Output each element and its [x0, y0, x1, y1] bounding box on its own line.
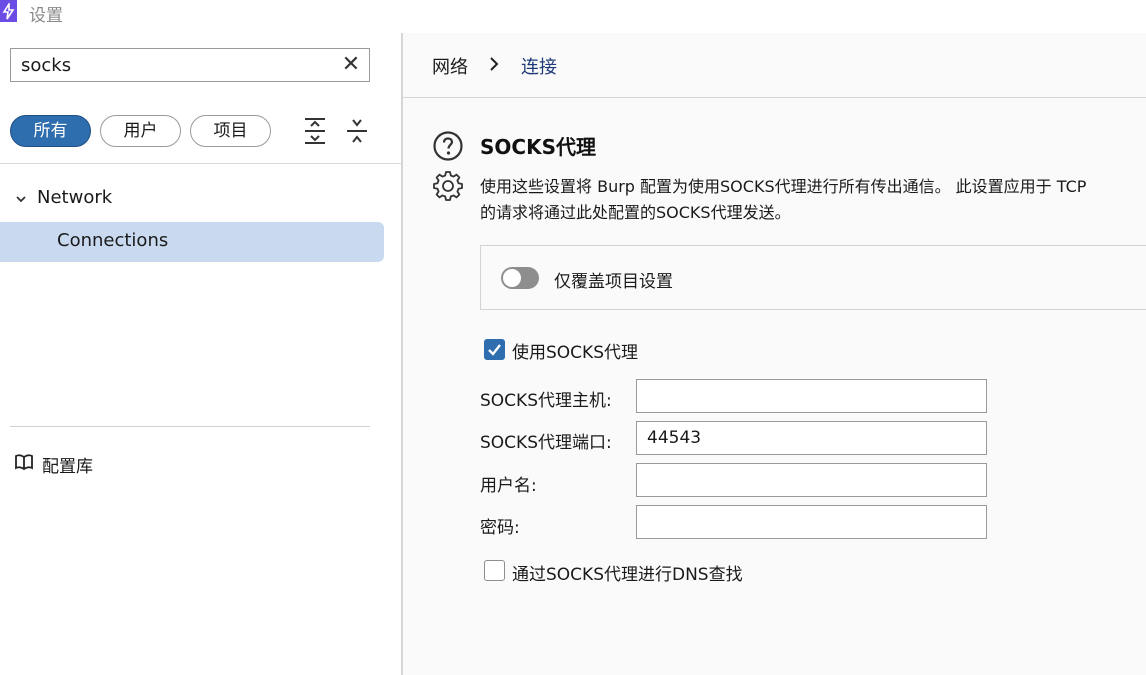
- use-socks-checkbox[interactable]: [484, 339, 505, 360]
- configuration-library-link[interactable]: 配置库: [14, 451, 214, 477]
- chevron-down-icon[interactable]: [14, 192, 28, 206]
- socks-port-field[interactable]: [636, 421, 987, 455]
- socks-host-field[interactable]: [636, 379, 987, 413]
- breadcrumb: 网络 连接: [403, 33, 1146, 98]
- use-socks-label: 使用SOCKS代理: [512, 343, 638, 363]
- breadcrumb-connections[interactable]: 连接: [521, 53, 557, 79]
- section-description: 使用这些设置将 Burp 配置为使用SOCKS代理进行所有传出通信。 此设置应用…: [480, 174, 1146, 226]
- search-box: ✕: [10, 48, 370, 82]
- tree-divider: [10, 426, 370, 427]
- settings-content-panel: 网络 连接 SOCKS代理 使用这些设置将 Burp 配置为使用SOCKS代理进…: [403, 33, 1146, 675]
- tree-item-connections[interactable]: Connections: [0, 222, 384, 262]
- gear-icon[interactable]: [432, 170, 464, 202]
- burp-app-icon: [0, 0, 17, 22]
- title-bar: 设置: [0, 0, 1146, 26]
- section-description-line-1: 使用这些设置将 Burp 配置为使用SOCKS代理进行所有传出通信。 此设置应用…: [480, 177, 1087, 196]
- tree-node-network[interactable]: Network: [0, 180, 401, 218]
- settings-navigation-panel: ✕ 所有 用户 项目 Network: [0, 33, 401, 675]
- section-description-line-2: 的请求将通过此处配置的SOCKS代理发送。: [480, 203, 791, 222]
- window-title: 设置: [29, 6, 63, 26]
- dns-lookup-checkbox[interactable]: [484, 560, 505, 581]
- chevron-right-icon: [490, 57, 499, 71]
- password-label: 密码:: [480, 518, 520, 538]
- expand-all-icon[interactable]: [302, 116, 328, 146]
- filter-user-button[interactable]: 用户: [100, 115, 181, 147]
- breadcrumb-network[interactable]: 网络: [432, 53, 468, 79]
- section-title: SOCKS代理: [480, 135, 596, 159]
- username-field[interactable]: [636, 463, 987, 497]
- clear-search-icon[interactable]: ✕: [341, 54, 361, 76]
- filter-bar: 所有 用户 项目: [0, 98, 401, 164]
- checkmark-icon: [488, 344, 501, 356]
- book-icon: [15, 454, 33, 471]
- socks-port-label: SOCKS代理端口:: [480, 433, 612, 453]
- collapse-all-icon[interactable]: [344, 116, 370, 146]
- filter-all-button[interactable]: 所有: [10, 115, 91, 147]
- password-field[interactable]: [636, 505, 987, 539]
- override-project-label: 仅覆盖项目设置: [554, 272, 673, 292]
- search-input[interactable]: [11, 49, 331, 81]
- configuration-library-label: 配置库: [42, 457, 93, 477]
- tree-item-label: Connections: [57, 230, 169, 251]
- dns-lookup-label: 通过SOCKS代理进行DNS查找: [512, 565, 743, 585]
- filter-project-button[interactable]: 项目: [190, 115, 271, 147]
- tree-node-label: Network: [37, 187, 113, 208]
- help-icon[interactable]: [432, 130, 464, 162]
- project-override-box: 仅覆盖项目设置: [480, 245, 1146, 310]
- override-project-toggle[interactable]: [501, 267, 539, 289]
- username-label: 用户名:: [480, 476, 537, 496]
- toggle-knob: [503, 269, 521, 287]
- socks-host-label: SOCKS代理主机:: [480, 391, 612, 411]
